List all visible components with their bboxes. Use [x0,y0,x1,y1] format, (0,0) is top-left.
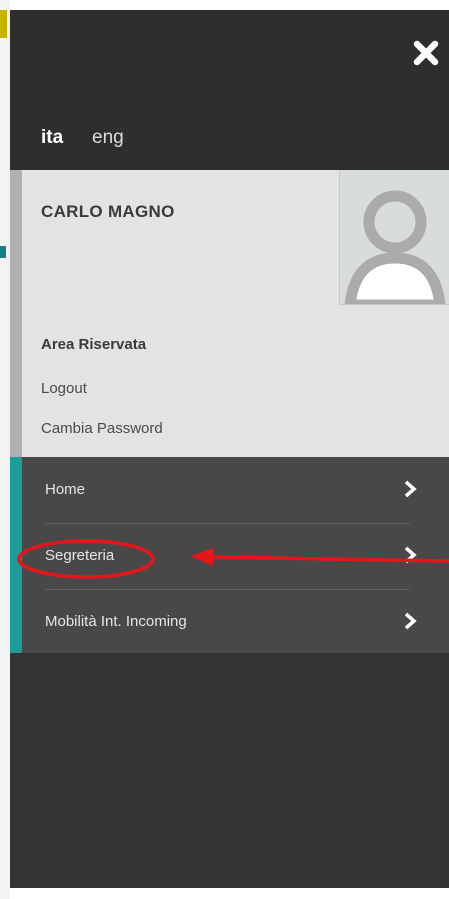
avatar [339,170,449,305]
menu-item-label: Mobilità Int. Incoming [45,613,187,630]
change-password-link[interactable]: Cambia Password [41,420,163,437]
user-panel: CARLO MAGNO Area Riservata Logout Cambia… [10,170,449,457]
background-page-strip [0,0,10,899]
side-drawer: ita eng CARLO MAGNO Area Riservata Logou… [10,10,449,888]
menu-item-home[interactable]: Home [22,457,417,523]
menu-item-segreteria[interactable]: Segreteria [22,523,417,589]
close-icon [413,40,439,66]
chevron-right-icon [404,546,417,564]
lang-ita[interactable]: ita [41,127,63,149]
menu-accent-bar [10,457,22,653]
chevron-right-icon [404,612,417,630]
menu-item-label: Segreteria [45,547,115,564]
background-yellow-mark [0,10,7,38]
user-panel-accent-bar [10,170,22,457]
logout-link[interactable]: Logout [41,380,87,397]
chevron-right-icon [404,480,417,498]
avatar-icon [344,190,446,304]
close-button[interactable] [411,38,441,68]
background-teal-mark [0,246,6,258]
area-riservata-title: Area Riservata [41,336,147,353]
user-name: CARLO MAGNO [41,202,175,221]
lang-eng[interactable]: eng [92,127,124,149]
drawer-header: ita eng [10,10,449,170]
menu-item-label: Home [45,481,86,498]
menu-item-mobilita[interactable]: Mobilità Int. Incoming [22,589,417,655]
main-menu: Home Segreteria Mobilità Int. Incoming [10,457,449,653]
